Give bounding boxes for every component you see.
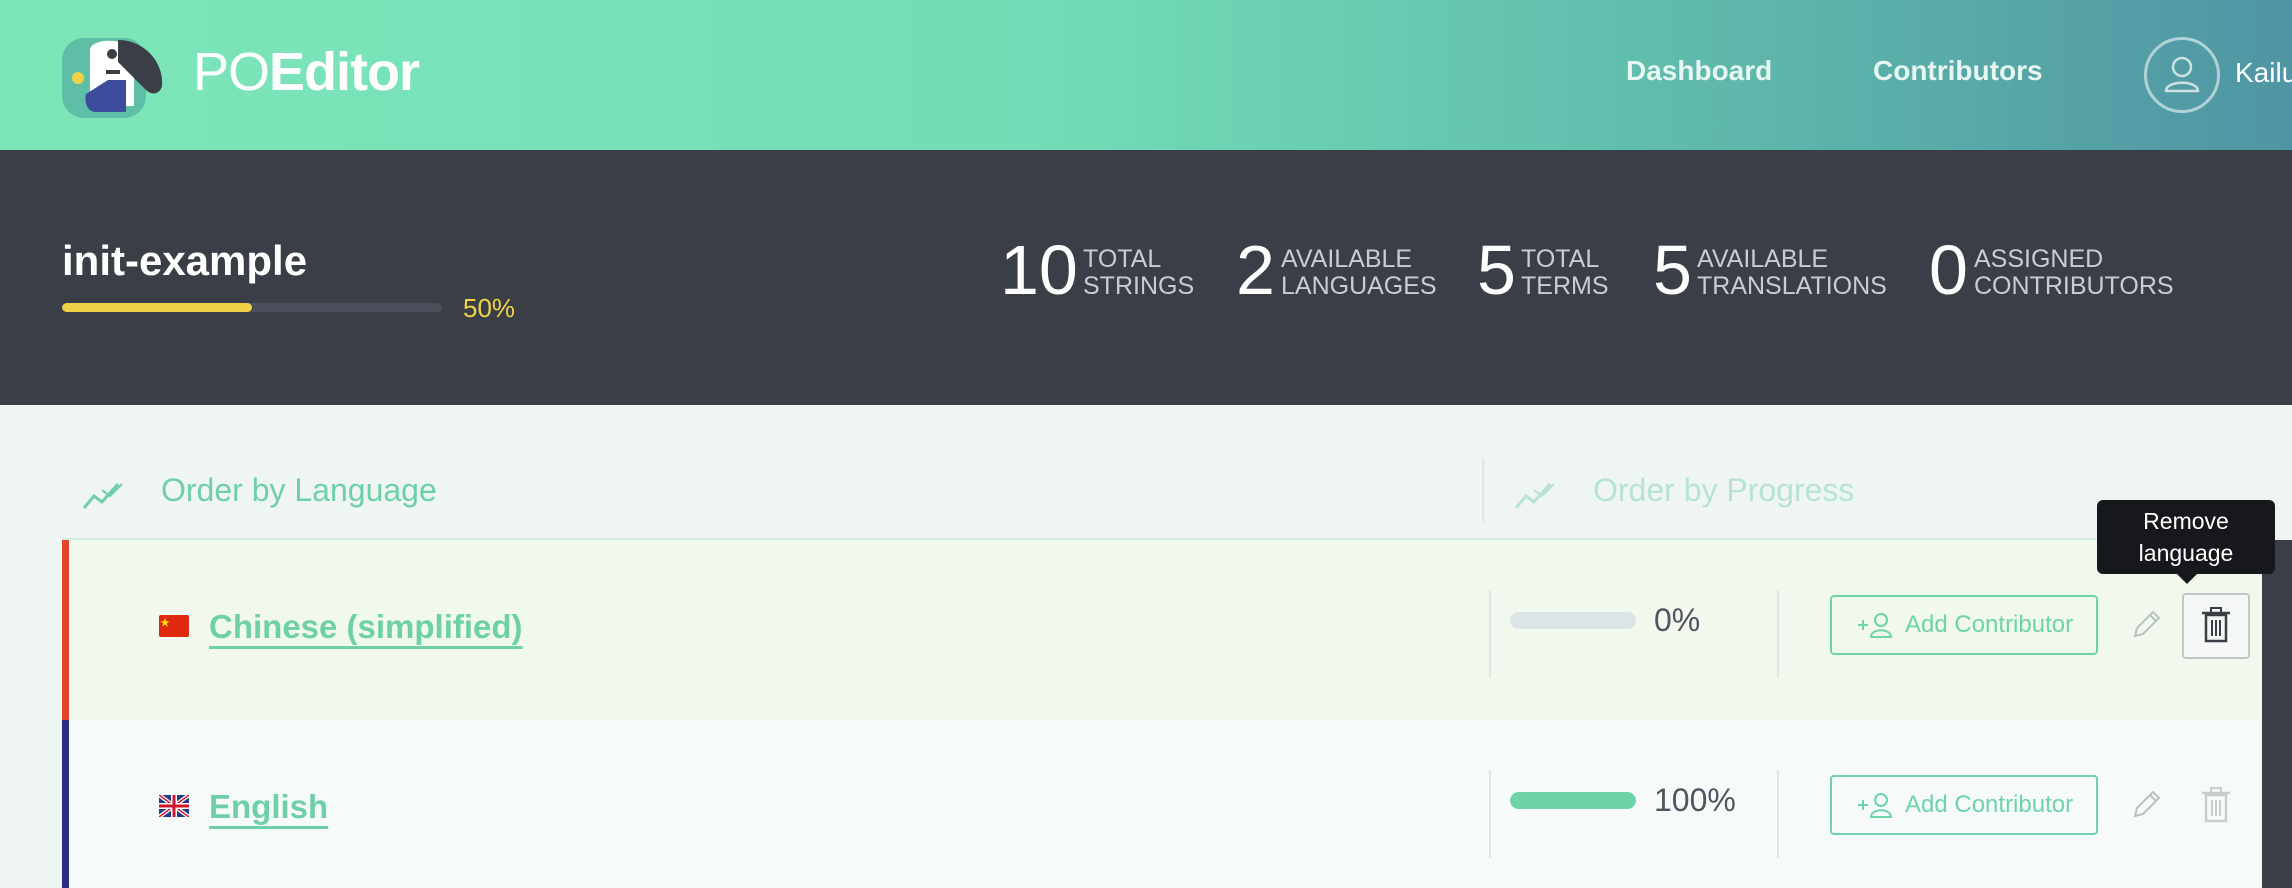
brand-wordmark-light: PO [193,42,270,102]
language-row: Chinese (simplified) 0% Add Contributor [62,540,2262,720]
top-navbar: POEditor Dashboard Contributors Kailu [0,0,2292,150]
tooltip-arrow [2177,574,2197,584]
nav-contributors-link[interactable]: Contributors [1873,55,2043,87]
add-user-icon [1858,793,1893,818]
project-progress-fill [62,303,252,312]
row-divider [1777,770,1779,858]
user-name[interactable]: Kailu [2235,57,2292,89]
add-contributor-label: Add Contributor [1905,791,2074,818]
language-progress-bar [1510,792,1636,809]
poeditor-logo-icon[interactable] [60,32,168,120]
language-progress-label: 0% [1654,602,1701,638]
add-user-icon [1858,613,1893,638]
order-by-progress-label: Order by Progress [1593,472,1855,508]
brand-wordmark-bold: Editor [269,42,420,102]
stat-label-line2: CONTRIBUTORS [1974,272,2174,300]
user-icon [2164,56,2200,93]
stat-label: AVAILABLE TRANSLATIONS [1697,246,1887,300]
stat-label-line2: STRINGS [1083,272,1195,300]
stat-label-line1: TOTAL [1521,245,1600,273]
remove-language-tooltip: Remove language [2097,500,2275,584]
language-name-link[interactable]: Chinese (simplified) [209,608,523,646]
sort-chart-icon [1514,483,1555,509]
user-avatar[interactable] [2144,37,2220,113]
stat-label: AVAILABLE LANGUAGES [1281,246,1437,300]
project-progress-bar [62,303,442,312]
stat-label: TOTAL STRINGS [1083,246,1194,300]
stat-label-line2: TRANSLATIONS [1697,272,1887,300]
stat-label-line1: AVAILABLE [1697,245,1829,273]
order-by-language-label: Order by Language [161,472,437,508]
language-progress-label: 100% [1654,782,1736,818]
project-summary-band: init-example 50% 10 TOTAL STRINGS 2 AVAIL… [0,150,2292,405]
language-name-link[interactable]: English [209,788,328,826]
stat-label-line1: TOTAL [1083,245,1162,273]
pencil-icon[interactable] [2129,606,2165,642]
row-divider [1777,590,1779,678]
trash-icon[interactable] [2199,786,2233,824]
stat-value: 2 [1236,231,1275,309]
stat-value: 0 [1929,231,1968,309]
language-row: English 100% Add Contributor [62,720,2262,888]
add-contributor-button[interactable]: Add Contributor [1830,775,2098,835]
add-contributor-button[interactable]: Add Contributor [1830,595,2098,655]
language-progress-bar [1510,612,1636,629]
stat-label-line1: ASSIGNED [1974,245,2104,273]
brand-wordmark[interactable]: POEditor [193,40,420,104]
stat-value: 5 [1653,231,1692,309]
stat-label-line2: LANGUAGES [1281,272,1437,300]
china-flag-icon [159,615,189,637]
ordering-divider [1482,458,1484,522]
uk-flag-icon [159,795,189,817]
nav-dashboard-link[interactable]: Dashboard [1626,55,1772,87]
pencil-icon[interactable] [2129,786,2165,822]
stat-label: ASSIGNED CONTRIBUTORS [1974,246,2174,300]
sort-chart-icon [82,483,123,509]
row-divider [1489,770,1491,858]
language-progress-fill [1510,792,1636,809]
trash-icon[interactable] [2199,606,2233,644]
tooltip-line1: Remove [2143,508,2229,534]
stat-label-line2: TERMS [1521,272,1609,300]
project-progress-label: 50% [463,293,516,323]
add-contributor-label: Add Contributor [1905,611,2074,638]
stat-label-line1: AVAILABLE [1281,245,1413,273]
stat-value: 10 [1000,231,1078,309]
ordering-bar: Order by Language Order by Progress [62,458,2262,541]
page-edge-panel [2262,540,2292,888]
tooltip-line2: language [2138,540,2234,566]
stat-value: 5 [1477,231,1516,309]
project-title: init-example [62,237,308,284]
row-divider [1489,590,1491,678]
stat-label: TOTAL TERMS [1521,246,1609,300]
